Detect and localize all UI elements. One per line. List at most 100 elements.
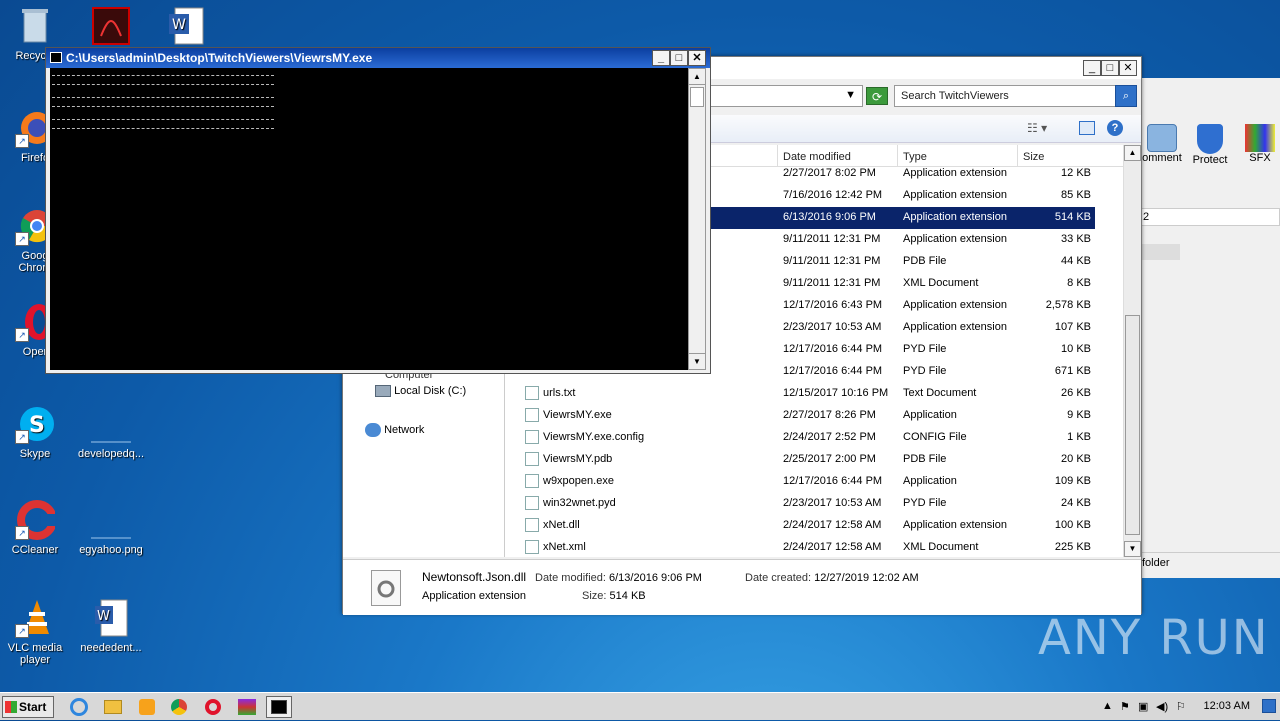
maximize-button[interactable]: □	[1101, 60, 1119, 76]
console-output-line	[52, 75, 274, 76]
search-input[interactable]: Search TwitchViewers	[894, 85, 1117, 107]
shortcut-arrow-icon: ↗	[15, 624, 29, 638]
file-row[interactable]: ViewrsMY.exe 2/27/2017 8:26 PM Application…	[505, 405, 1095, 427]
file-icon	[525, 518, 539, 532]
details-date-modified: 6/13/2016 9:06 PM	[609, 572, 702, 584]
console-output[interactable]	[50, 68, 690, 370]
scroll-thumb[interactable]	[1125, 315, 1140, 535]
file-type: PYD File	[903, 343, 947, 355]
file-type: Application extension	[903, 189, 1007, 201]
action-center-icon[interactable]: ⚑	[1120, 700, 1130, 713]
file-size: 225 KB	[1054, 541, 1091, 553]
close-button[interactable]: ✕	[1119, 60, 1137, 76]
desktop-icon-developedq[interactable]: developedq...	[76, 404, 146, 460]
file-type: Application	[903, 475, 957, 487]
taskbar-internet-explorer[interactable]	[66, 696, 92, 718]
file-row[interactable]: w9xpopen.exe 12/17/2016 6:44 PM Applicatio…	[505, 471, 1095, 493]
desktop-icon-neededent[interactable]: W neededent...	[76, 598, 146, 654]
preview-pane-icon[interactable]	[1079, 121, 1095, 135]
console-scrollbar[interactable]: ▲ ▼	[688, 68, 706, 370]
help-icon[interactable]: ?	[1107, 120, 1123, 136]
file-row[interactable]: win32wnet.pyd 2/23/2017 10:53 AM PYD File 2…	[505, 493, 1095, 515]
desktop-icon-word-doc[interactable]: W	[152, 6, 222, 50]
file-row[interactable]: ViewrsMY.exe.config 2/24/2017 2:52 PM CONF…	[505, 427, 1095, 449]
taskbar-console[interactable]	[266, 696, 292, 718]
file-date: 12/17/2016 6:43 PM	[783, 299, 883, 311]
file-name: ViewrsMY.pdb	[543, 453, 613, 465]
chevron-down-icon[interactable]: ▼	[845, 89, 856, 101]
file-date: 9/11/2011 12:31 PM	[783, 255, 881, 267]
file-icon	[525, 540, 539, 554]
file-row[interactable]: xNet.dll 2/24/2017 12:58 AM Application ex…	[505, 515, 1095, 537]
taskbar-chrome[interactable]	[166, 696, 192, 718]
file-row[interactable]: xNet.xml 2/24/2017 12:58 AM XML Document 22…	[505, 537, 1095, 559]
toolbar-item-sfx[interactable]: SFX	[1240, 124, 1280, 164]
toolbar-item-protect[interactable]: Protect	[1188, 124, 1232, 166]
scroll-down-arrow-icon[interactable]: ▼	[1124, 541, 1141, 557]
hard-drive-icon	[375, 385, 391, 398]
file-type: Application extension	[903, 519, 1007, 531]
file-row[interactable]: ViewrsMY.pdb 2/25/2017 2:00 PM PDB File 20 …	[505, 449, 1095, 471]
nav-item-network[interactable]: Network	[365, 423, 424, 437]
file-date: 9/11/2011 12:31 PM	[783, 233, 881, 245]
desktop-icon-skype[interactable]: S ↗ Skype	[0, 404, 70, 460]
taskbar-media-player[interactable]	[134, 696, 160, 718]
file-date: 2/23/2017 10:53 AM	[783, 321, 882, 333]
taskbar-explorer[interactable]	[100, 696, 126, 718]
maximize-button[interactable]: □	[670, 50, 688, 66]
desktop-icon-egyahoo[interactable]: egyahoo.png	[76, 500, 146, 556]
taskbar-winrar[interactable]	[234, 696, 260, 718]
details-date-created-label: Date created:	[745, 572, 812, 584]
file-date: 2/27/2017 8:02 PM	[783, 167, 876, 179]
anyrun-watermark: ANY RUN	[1038, 610, 1270, 666]
file-type: Text Document	[903, 387, 977, 399]
file-date: 2/24/2017 12:58 AM	[783, 519, 882, 531]
shortcut-arrow-icon: ↗	[15, 134, 29, 148]
show-hidden-icons-icon[interactable]: ▲	[1102, 700, 1113, 712]
desktop-icon-vlc[interactable]: ↗ VLC media player	[0, 598, 70, 666]
file-type: CONFIG File	[903, 431, 967, 443]
desktop-icon-acrobat[interactable]	[76, 6, 146, 50]
network-icon[interactable]: ▣	[1138, 700, 1148, 713]
search-icon[interactable]: ⌕	[1115, 85, 1137, 107]
desktop-icon-ccleaner[interactable]: ↗ CCleaner	[0, 500, 70, 556]
nav-item-local-disk[interactable]: Local Disk (C:)	[375, 385, 466, 398]
scroll-down-arrow-icon[interactable]: ▼	[689, 353, 705, 369]
taskbar-opera[interactable]	[200, 696, 226, 718]
view-options-icon[interactable]: ☷ ▾	[1027, 121, 1047, 135]
details-size-label: Size:	[582, 590, 607, 602]
scroll-up-arrow-icon[interactable]: ▲	[689, 69, 705, 85]
file-date: 12/17/2016 6:44 PM	[783, 343, 883, 355]
file-size: 100 KB	[1054, 519, 1091, 531]
console-icon	[271, 700, 287, 714]
start-button[interactable]: Start	[2, 696, 54, 718]
sfx-archive-icon	[1245, 124, 1275, 152]
toolbar-item-comment[interactable]: omment	[1140, 124, 1184, 164]
file-size: 12 KB	[1061, 167, 1091, 179]
file-type: PYD File	[903, 365, 947, 377]
file-type: XML Document	[903, 277, 979, 289]
refresh-icon[interactable]: ⟳	[866, 87, 888, 105]
console-output-line	[52, 97, 274, 98]
file-icon	[525, 496, 539, 510]
flag-icon[interactable]: ⚐	[1176, 700, 1186, 713]
scroll-thumb[interactable]	[690, 87, 704, 107]
file-row[interactable]: urls.txt 12/15/2017 10:16 PM Text Document…	[505, 383, 1095, 405]
minimize-button[interactable]: _	[1083, 60, 1101, 76]
word-document-icon: W	[91, 598, 131, 638]
file-size: 9 KB	[1067, 409, 1091, 421]
clock[interactable]: 12:03 AM	[1204, 700, 1250, 712]
vertical-scrollbar[interactable]: ▲ ▼	[1123, 145, 1141, 557]
file-date: 2/24/2017 12:58 AM	[783, 541, 882, 553]
file-name: xNet.xml	[543, 541, 586, 553]
scroll-up-arrow-icon[interactable]: ▲	[1124, 145, 1141, 161]
shortcut-arrow-icon: ↗	[15, 232, 29, 246]
console-titlebar[interactable]: C:\Users\admin\Desktop\TwitchViewers\Vie…	[46, 48, 710, 68]
show-desktop-button[interactable]	[1262, 699, 1276, 713]
svg-text:W: W	[97, 609, 110, 624]
close-button[interactable]: ✕	[688, 50, 706, 66]
minimize-button[interactable]: _	[652, 50, 670, 66]
volume-icon[interactable]: ◀)	[1156, 700, 1168, 713]
file-name: xNet.dll	[543, 519, 580, 531]
file-type: Application extension	[903, 321, 1007, 333]
